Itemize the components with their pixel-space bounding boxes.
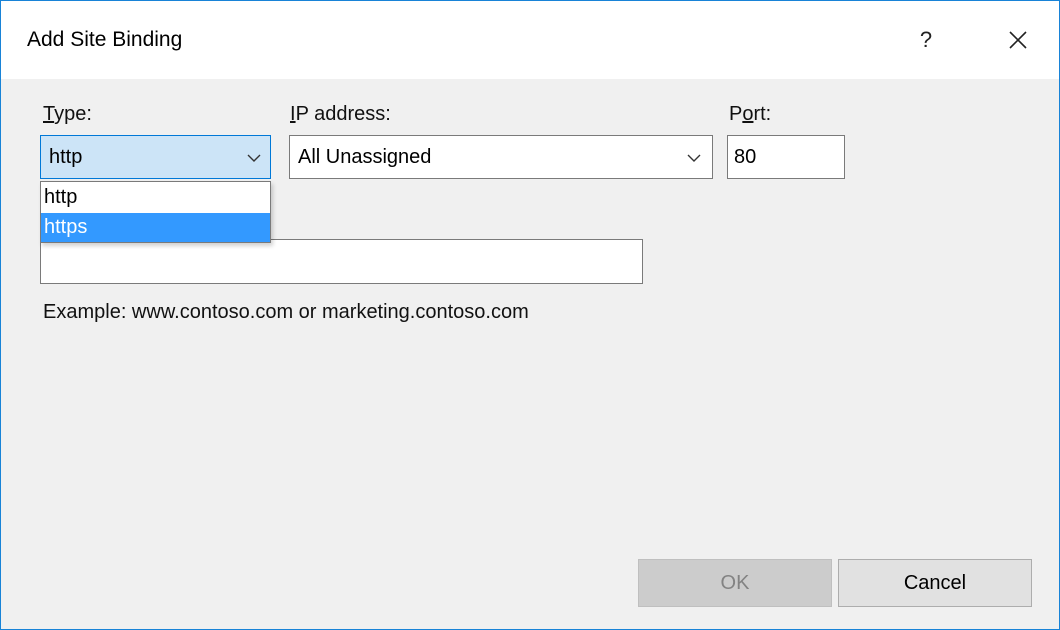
type-option-http[interactable]: http: [41, 183, 270, 212]
type-value: http: [49, 146, 83, 168]
add-site-binding-dialog: Add Site Binding ? Type: http IP address…: [0, 0, 1060, 630]
type-label-mnemonic: T: [43, 103, 55, 125]
port-input[interactable]: 80: [727, 135, 845, 179]
cancel-button[interactable]: Cancel: [838, 559, 1032, 607]
close-icon: [1009, 31, 1027, 49]
ip-address-combobox[interactable]: All Unassigned: [289, 135, 713, 179]
host-name-input[interactable]: [40, 239, 643, 284]
type-label: Type:: [43, 103, 92, 126]
type-dropdown-list[interactable]: http https: [40, 181, 271, 243]
type-combobox[interactable]: http: [40, 135, 271, 179]
title-bar: Add Site Binding ?: [1, 1, 1059, 79]
host-name-example: Example: www.contoso.com or marketing.co…: [43, 301, 529, 323]
close-button[interactable]: [993, 15, 1043, 65]
ok-button[interactable]: OK: [638, 559, 832, 607]
type-label-text: ype:: [54, 103, 92, 125]
port-label: Port:: [729, 103, 771, 126]
ip-address-value: All Unassigned: [298, 146, 432, 168]
port-label-text: rt:: [753, 103, 772, 125]
ip-label-text: P address:: [295, 103, 391, 125]
ip-address-label: IP address:: [290, 103, 391, 126]
chevron-down-icon[interactable]: [686, 150, 702, 166]
help-button[interactable]: ?: [901, 15, 951, 65]
type-option-https[interactable]: https: [41, 213, 270, 242]
port-label-mnemonic: o: [742, 103, 754, 125]
chevron-down-icon[interactable]: [246, 150, 262, 166]
port-label-pre: P: [729, 103, 743, 125]
port-value: 80: [734, 146, 757, 168]
dialog-title: Add Site Binding: [27, 28, 183, 51]
